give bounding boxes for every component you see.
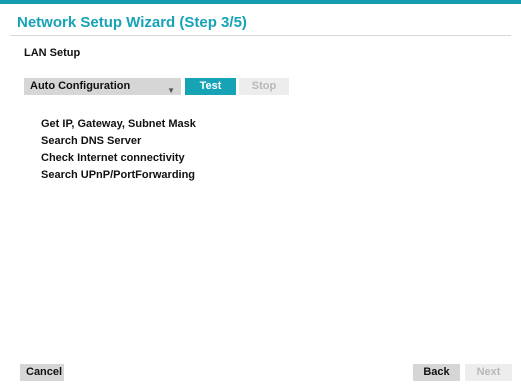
wizard-title: Network Setup Wizard (Step 3/5) bbox=[17, 14, 247, 31]
list-item: Search DNS Server bbox=[41, 135, 142, 147]
list-item: Check Internet connectivity bbox=[41, 152, 185, 164]
chevron-down-icon: ▼ bbox=[167, 86, 175, 95]
list-item: Search UPnP/PortForwarding bbox=[41, 169, 196, 181]
network-setup-wizard-window: Network Setup Wizard (Step 3/5) LAN Setu… bbox=[0, 0, 521, 386]
next-button[interactable]: Next bbox=[465, 364, 512, 381]
section-label-lan-setup: LAN Setup bbox=[24, 47, 81, 59]
test-steps-list: Get IP, Gateway, Subnet Mask Search DNS … bbox=[41, 116, 196, 184]
back-button[interactable]: Back bbox=[413, 364, 460, 381]
configuration-mode-value: Auto Configuration bbox=[30, 80, 131, 92]
title-divider bbox=[10, 35, 511, 36]
configuration-mode-select[interactable]: Auto Configuration ▼ bbox=[24, 78, 181, 95]
test-button[interactable]: Test bbox=[185, 78, 236, 95]
stop-button[interactable]: Stop bbox=[239, 78, 289, 95]
cancel-button[interactable]: Cancel bbox=[20, 364, 64, 381]
list-item: Get IP, Gateway, Subnet Mask bbox=[41, 118, 196, 130]
